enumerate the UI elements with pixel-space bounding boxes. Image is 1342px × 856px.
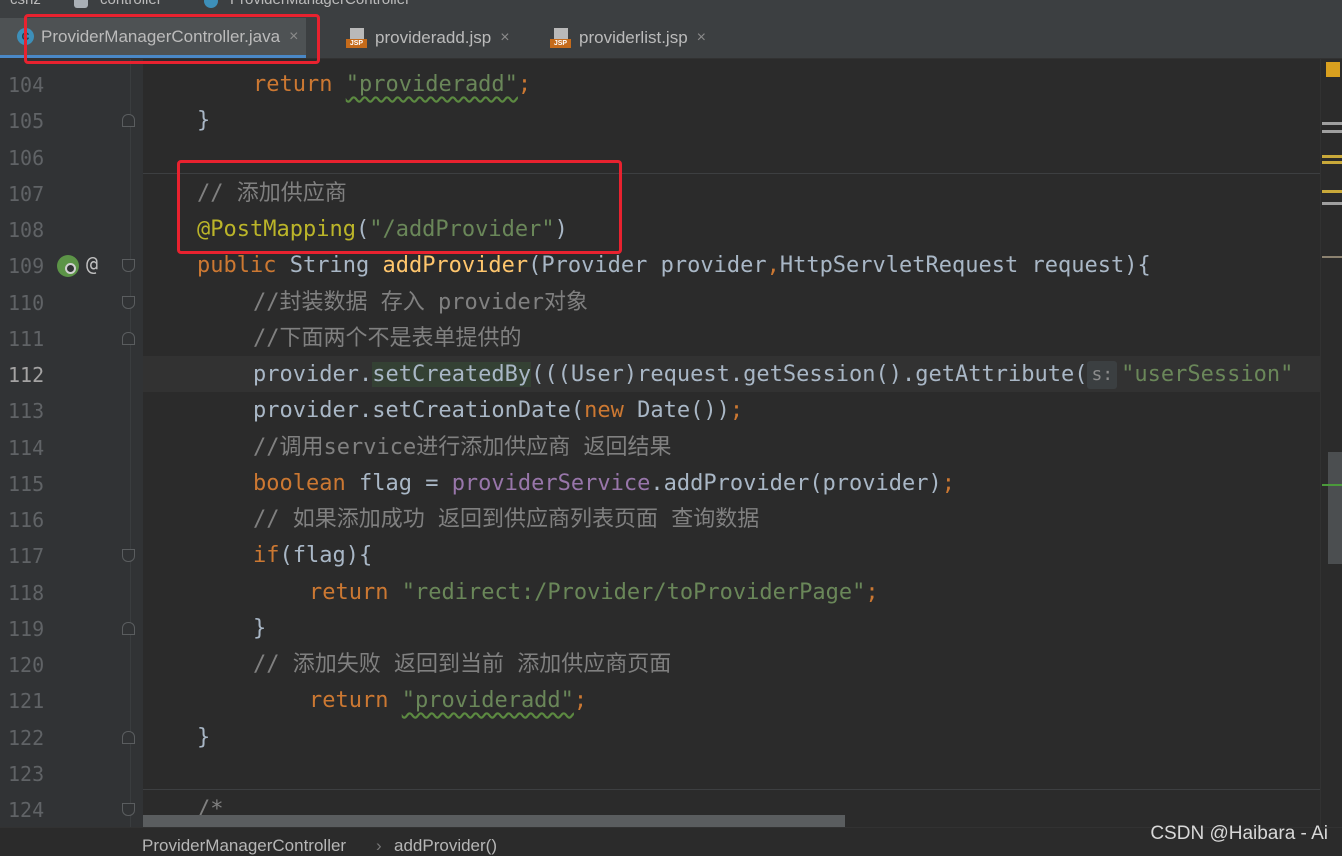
line-number: 121 <box>8 689 45 713</box>
line-number: 106 <box>8 146 45 170</box>
parameter-hint: s: <box>1087 361 1118 389</box>
code-line-112: provider.setCreatedBy(((User)request.get… <box>253 361 1294 389</box>
close-icon[interactable]: × <box>697 29 706 47</box>
spring-mapping-icon[interactable] <box>57 255 79 277</box>
code-line-122: } <box>197 725 211 750</box>
navigation-breadcrumb: cshz controller ProviderManagerControlle… <box>0 0 1342 10</box>
close-icon[interactable]: × <box>500 29 509 47</box>
code-line-105: } <box>197 108 211 133</box>
warning-marker[interactable] <box>1326 62 1340 77</box>
line-number: 123 <box>8 762 45 786</box>
vertical-scrollbar[interactable] <box>1320 59 1342 827</box>
fold-end-icon[interactable] <box>122 332 135 345</box>
line-number: 118 <box>8 581 45 605</box>
annotation-at-icon[interactable]: @ <box>86 252 98 276</box>
fold-end-icon[interactable] <box>122 622 135 635</box>
line-number: 109 <box>8 254 45 278</box>
breadcrumb-item-folder[interactable]: controller <box>100 0 162 8</box>
line-number: 108 <box>8 218 45 242</box>
line-number: 113 <box>8 399 45 423</box>
fold-start-icon[interactable] <box>122 549 135 562</box>
watermark: CSDN @Haibara - Ai <box>1150 823 1328 844</box>
code-line-117: if(flag){ <box>253 543 373 568</box>
highlight-box-tab <box>24 14 320 64</box>
code-line-111: //下面两个不是表单提供的 <box>253 326 522 351</box>
line-number: 117 <box>8 544 45 568</box>
line-number: 119 <box>8 617 45 641</box>
tab-provideradd-jsp[interactable]: JSP provideradd.jsp × <box>334 18 518 58</box>
code-line-104: return "provideradd"; <box>253 72 532 97</box>
line-number: 114 <box>8 436 45 460</box>
code-line-119: } <box>253 616 267 641</box>
fold-start-icon[interactable] <box>122 259 135 272</box>
line-number: 120 <box>8 653 45 677</box>
vertical-scroll-thumb[interactable] <box>1328 452 1342 564</box>
highlight-box-mapping <box>177 160 622 254</box>
jsp-file-icon: JSP <box>550 28 572 48</box>
code-line-118: return "redirect:/Provider/toProviderPag… <box>309 580 879 605</box>
code-line-114: //调用service进行添加供应商 返回结果 <box>253 435 672 460</box>
line-number: 115 <box>8 472 45 496</box>
fold-start-icon[interactable] <box>122 803 135 816</box>
line-number: 116 <box>8 508 45 532</box>
fold-end-icon[interactable] <box>122 731 135 744</box>
line-number: 105 <box>8 109 45 133</box>
tab-providerlist-jsp[interactable]: JSP providerlist.jsp × <box>538 18 714 58</box>
line-number: 124 <box>8 798 45 822</box>
code-line-116: // 如果添加成功 返回到供应商列表页面 查询数据 <box>253 507 760 532</box>
code-line-115: boolean flag = providerService.addProvid… <box>253 471 956 496</box>
tab-label: providerlist.jsp <box>579 28 688 47</box>
line-number: 111 <box>8 327 45 351</box>
breadcrumb-item-package[interactable]: cshz <box>10 0 41 8</box>
line-number-gutter[interactable]: 104 105 106 107 108 109 110 111 112 113 … <box>0 59 143 827</box>
code-line-113: provider.setCreationDate(new Date()); <box>253 398 744 423</box>
fold-start-icon[interactable] <box>122 296 135 309</box>
fold-end-icon[interactable] <box>122 114 135 127</box>
line-number: 122 <box>8 726 45 750</box>
breadcrumb-item-class[interactable]: ProviderManagerController <box>230 0 410 8</box>
line-number: 104 <box>8 73 45 97</box>
code-line-120: // 添加失败 返回到当前 添加供应商页面 <box>253 652 672 677</box>
structure-breadcrumb: ProviderManagerController › addProvider(… <box>0 827 1342 855</box>
code-line-110: //封装数据 存入 provider对象 <box>253 290 588 315</box>
line-number-current: 112 <box>8 363 45 387</box>
line-number: 107 <box>8 182 45 206</box>
code-line-121: return "provideradd"; <box>309 688 588 713</box>
line-number: 110 <box>8 291 45 315</box>
java-class-icon <box>204 0 218 8</box>
chevron-right-icon: › <box>376 836 382 855</box>
breadcrumb-method[interactable]: addProvider() <box>394 836 497 856</box>
tab-label: provideradd.jsp <box>375 28 492 47</box>
jsp-file-icon: JSP <box>346 28 368 48</box>
folder-icon <box>74 0 88 8</box>
breadcrumb-class[interactable]: ProviderManagerController <box>142 836 346 856</box>
